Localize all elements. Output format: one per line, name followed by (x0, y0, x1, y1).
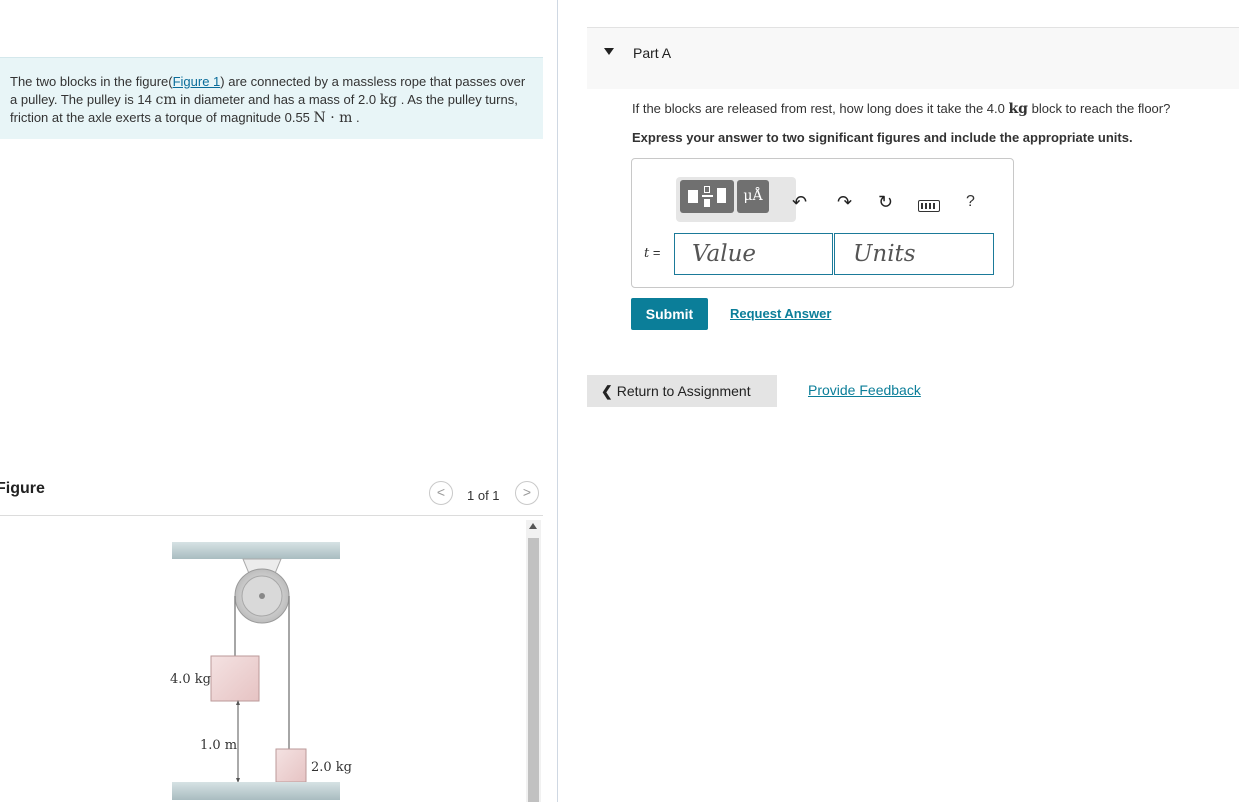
question-text: If the blocks are released from rest, ho… (632, 101, 1170, 117)
math-toolbar: μÅ (676, 177, 796, 222)
request-answer-link[interactable]: Request Answer (730, 306, 831, 321)
unit-cm: cm (155, 92, 177, 108)
label-block2: 2.0 kg (311, 760, 352, 775)
return-to-assignment-button[interactable]: ❮ Return to Assignment (587, 375, 777, 407)
problem-text: in diameter and has a mass of 2.0 (176, 92, 380, 107)
part-a-header[interactable]: Part A (587, 27, 1239, 89)
help-icon[interactable]: ? (966, 193, 975, 211)
scroll-up-icon[interactable] (529, 523, 537, 529)
figure-scrollbar[interactable] (526, 520, 541, 802)
template-icon (688, 190, 698, 203)
problem-statement: The two blocks in the figure(Figure 1) a… (0, 57, 543, 139)
collapse-caret-icon[interactable] (604, 48, 614, 55)
block-4kg (210, 655, 260, 702)
block-2kg (275, 748, 307, 783)
templates-button[interactable] (680, 180, 734, 213)
figure-link[interactable]: Figure 1 (173, 74, 221, 89)
left-pane: The two blocks in the figure(Figure 1) a… (0, 0, 557, 802)
variable-label: t = (644, 245, 660, 261)
problem-text: The two blocks in the figure( (10, 74, 173, 89)
unit-nm: N · m (313, 110, 353, 126)
figure-divider (0, 515, 543, 516)
value-input[interactable] (674, 233, 833, 275)
reset-icon[interactable]: ↻ (878, 193, 893, 211)
keyboard-icon[interactable] (918, 200, 940, 212)
label-height: 1.0 m (200, 738, 237, 753)
equals-sign: = (649, 245, 661, 260)
return-label: Return to Assignment (616, 383, 751, 399)
label-block1: 4.0 kg (170, 672, 211, 687)
ceiling (172, 542, 340, 559)
unit-kg: kg (379, 92, 398, 108)
units-button[interactable]: μÅ (737, 180, 769, 213)
prev-figure-button[interactable]: < (429, 481, 453, 505)
instruction-text: Express your answer to two significant f… (632, 130, 1133, 145)
pulley-figure: 4.0 kg 1.0 m 2.0 kg (170, 542, 352, 800)
figure-title: Figure (0, 480, 45, 497)
chevron-left-icon: ❮ (601, 383, 613, 399)
question-part: block to reach the floor? (1027, 101, 1171, 116)
floor (172, 782, 340, 800)
part-title: Part A (633, 45, 672, 61)
submit-button[interactable]: Submit (631, 298, 708, 330)
next-figure-button[interactable]: > (515, 481, 539, 505)
figure-counter: 1 of 1 (467, 488, 500, 503)
question-unit: kg (1008, 101, 1028, 117)
scroll-thumb[interactable] (528, 538, 539, 802)
provide-feedback-link[interactable]: Provide Feedback (808, 382, 921, 398)
question-part: If the blocks are released from rest, ho… (632, 101, 1009, 116)
undo-icon[interactable]: ↶ (792, 193, 807, 211)
answer-panel: μÅ ↶ ↷ ↻ ? t = (631, 158, 1014, 288)
redo-icon[interactable]: ↷ (837, 193, 852, 211)
problem-text: . (352, 110, 360, 125)
units-input[interactable] (834, 233, 994, 275)
pane-divider (557, 0, 558, 802)
